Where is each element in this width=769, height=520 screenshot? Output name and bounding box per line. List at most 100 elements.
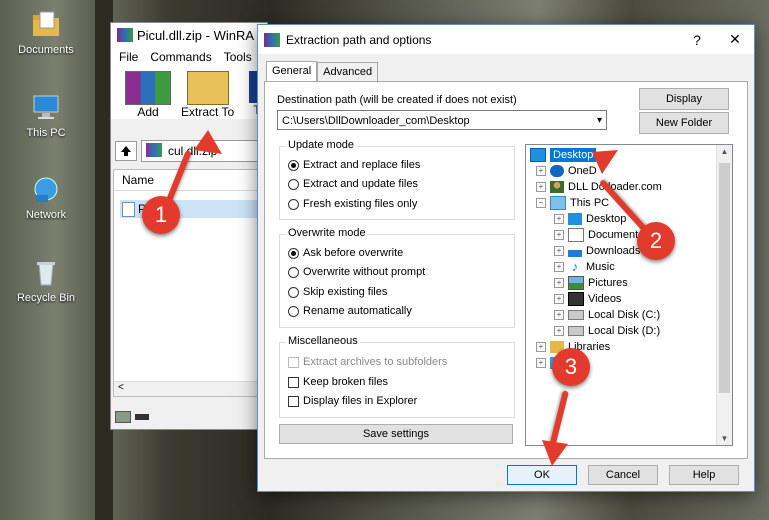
overwrite-mode-group: Overwrite mode Ask before overwrite Over…	[279, 227, 515, 328]
window-title: Picul.dll.zip - WinRA	[137, 27, 255, 43]
add-button[interactable]: Add	[125, 71, 171, 119]
tree-item-this-pc[interactable]: − This PC	[536, 195, 609, 211]
menu-tools[interactable]: Tools	[224, 50, 252, 64]
winrar-app-icon	[264, 32, 280, 47]
tree-item-local-disk-c[interactable]: + Local Disk (C:)	[554, 307, 660, 323]
tree-item-user[interactable]: + DLL Do loader.com	[536, 179, 662, 195]
desktop-icon-documents[interactable]: Documents	[10, 10, 82, 56]
tree-item-videos[interactable]: + Videos	[554, 291, 621, 307]
cancel-button[interactable]: Cancel	[588, 465, 658, 485]
new-folder-button[interactable]: New Folder	[639, 112, 729, 134]
expand-icon[interactable]: +	[554, 278, 564, 288]
tree-item-pictures[interactable]: + Pictures	[554, 275, 628, 291]
desktop-icon-network[interactable]: Network	[10, 175, 82, 221]
checkbox[interactable]	[288, 395, 299, 407]
winrar-toolbar: Add Extract To T	[111, 67, 267, 119]
user-icon	[550, 181, 564, 193]
up-folder-button[interactable]	[115, 141, 137, 161]
tree-item-desktop-root[interactable]: Desktop	[530, 147, 597, 163]
column-header-name[interactable]: Name	[114, 170, 266, 191]
radio-button[interactable]	[288, 178, 299, 190]
desktop-icon-this-pc[interactable]: This PC	[10, 93, 82, 139]
radio-button[interactable]	[288, 286, 299, 298]
step-marker-3: 3	[552, 348, 590, 386]
expand-icon[interactable]: +	[554, 214, 564, 224]
radio-button[interactable]	[288, 266, 299, 278]
expand-icon[interactable]: +	[554, 262, 564, 272]
winrar-titlebar: Picul.dll.zip - WinRA	[111, 23, 267, 47]
desktop-icon-label: Network	[25, 209, 67, 221]
radio-overwrite-without-prompt[interactable]: Overwrite without prompt	[288, 266, 425, 278]
scroll-down-icon[interactable]: ▼	[717, 434, 732, 443]
extract-to-button[interactable]: Extract To	[181, 71, 234, 119]
winrar-statusbar	[111, 405, 267, 429]
expand-icon[interactable]: +	[554, 310, 564, 320]
drive-icon	[568, 326, 584, 336]
tab-general[interactable]: General	[266, 61, 318, 82]
radio-button[interactable]	[288, 159, 299, 171]
destination-label: Destination path (will be created if doe…	[277, 94, 517, 106]
dialog-titlebar: Extraction path and options ? ✕	[258, 25, 754, 54]
save-settings-button[interactable]: Save settings	[279, 424, 513, 444]
tree-item-music[interactable]: + ♪ Music	[554, 259, 615, 275]
tree-item-downloads[interactable]: + Downloads	[554, 243, 640, 259]
collapse-icon[interactable]: −	[536, 198, 546, 208]
documents-icon	[568, 228, 584, 242]
expand-icon[interactable]: +	[554, 230, 564, 240]
menu-file[interactable]: File	[119, 50, 138, 64]
file-list[interactable]: Name Pi ll <	[113, 169, 267, 397]
radio-extract-replace[interactable]: Extract and replace files	[288, 159, 420, 171]
help-icon[interactable]: ?	[678, 32, 716, 48]
ok-button[interactable]: OK	[507, 465, 577, 485]
expand-icon[interactable]: +	[554, 326, 564, 336]
checkbox[interactable]	[288, 376, 299, 388]
expand-icon[interactable]: +	[536, 342, 546, 352]
radio-rename-automatically[interactable]: Rename automatically	[288, 305, 412, 317]
radio-button[interactable]	[288, 305, 299, 317]
group-title: Miscellaneous	[286, 335, 360, 347]
expand-icon[interactable]: +	[536, 166, 546, 176]
arrowhead-icon	[194, 130, 222, 154]
expand-icon[interactable]: +	[554, 294, 564, 304]
radio-skip-existing[interactable]: Skip existing files	[288, 286, 387, 298]
radio-button[interactable]	[288, 198, 299, 210]
tree-item-onedrive[interactable]: + OneD	[536, 163, 597, 179]
close-icon[interactable]: ✕	[716, 31, 754, 48]
checkbox-extract-to-subfolders: Extract archives to subfolders	[288, 356, 447, 368]
expand-icon[interactable]: +	[554, 246, 564, 256]
scroll-up-icon[interactable]: ▲	[717, 147, 732, 156]
tab-advanced[interactable]: Advanced	[317, 62, 379, 81]
tree-item-desktop[interactable]: + Desktop	[554, 211, 626, 227]
help-button[interactable]: Help	[669, 465, 739, 485]
menu-commands[interactable]: Commands	[150, 50, 211, 64]
expand-icon[interactable]: +	[536, 358, 546, 368]
horizontal-scrollbar[interactable]: <	[114, 381, 266, 396]
radio-fresh-existing[interactable]: Fresh existing files only	[288, 198, 417, 210]
tree-item-documents[interactable]: + Documents	[554, 227, 644, 243]
tree-item-local-disk-d[interactable]: + Local Disk (D:)	[554, 323, 660, 339]
network-icon	[31, 175, 61, 205]
checkbox-keep-broken-files[interactable]: Keep broken files	[288, 376, 388, 388]
chevron-down-icon[interactable]: ▾	[597, 111, 602, 131]
destination-path-combo[interactable]: C:\Users\DllDownloader_com\Desktop ▾	[277, 110, 607, 130]
expand-icon[interactable]: +	[536, 182, 546, 192]
folder-tree[interactable]: Desktop + OneD + DLL Do loader.com − Thi…	[525, 144, 733, 446]
step-marker-1: 1	[142, 196, 180, 234]
desktop-icon-recycle-bin[interactable]: Recycle Bin	[10, 258, 82, 304]
winrar-pathbar: cul.dll.zip	[115, 139, 267, 163]
radio-extract-update[interactable]: Extract and update files	[288, 178, 418, 190]
dialog-title: Extraction path and options	[286, 32, 432, 47]
archive-icon	[146, 143, 162, 157]
update-mode-group: Update mode Extract and replace files Ex…	[279, 139, 515, 220]
up-arrow-icon	[121, 146, 131, 156]
scroll-thumb[interactable]	[719, 163, 730, 393]
display-button[interactable]: Display	[639, 88, 729, 110]
key-icon	[135, 414, 149, 420]
winrar-menubar: File Commands Tools	[111, 47, 267, 67]
extract-to-icon	[186, 71, 229, 105]
radio-button[interactable]	[288, 247, 299, 259]
group-title: Overwrite mode	[286, 227, 368, 239]
checkbox-display-in-explorer[interactable]: Display files in Explorer	[288, 395, 417, 407]
radio-ask-before-overwrite[interactable]: Ask before overwrite	[288, 247, 403, 259]
tree-vertical-scrollbar[interactable]: ▲ ▼	[716, 145, 732, 445]
